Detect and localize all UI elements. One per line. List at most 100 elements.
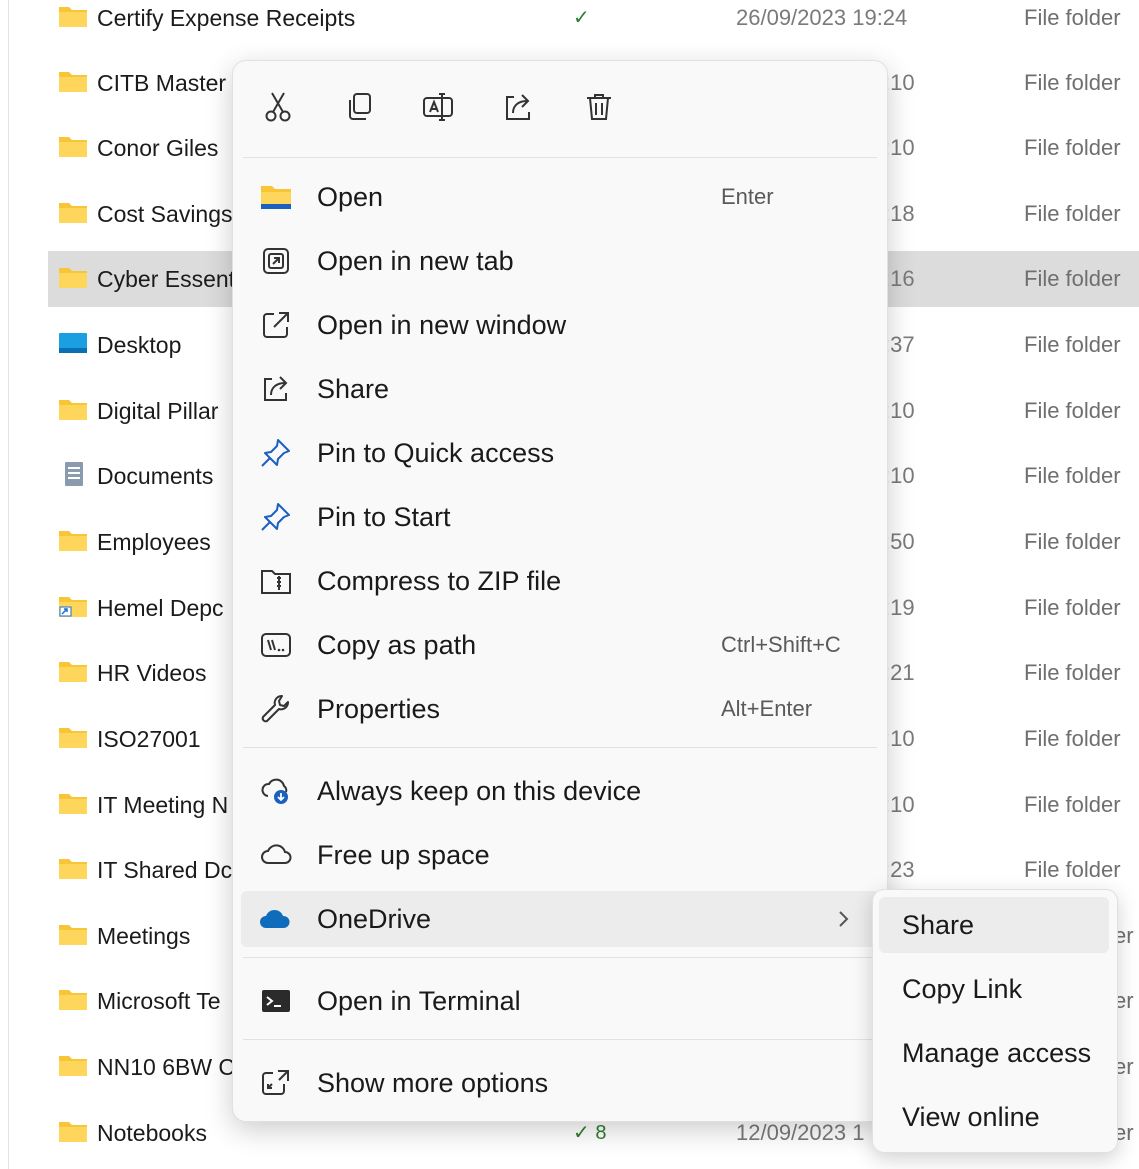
file-date: :10	[884, 792, 915, 817]
file-type: File folder	[1024, 5, 1121, 30]
file-name: Digital Pillar	[97, 398, 219, 424]
quick-actions-bar	[233, 61, 887, 157]
file-date: :21	[884, 660, 915, 685]
submenu-item-label: Copy Link	[902, 974, 1023, 1004]
submenu-item-manage-access[interactable]: Manage access	[879, 1025, 1109, 1081]
pin-icon	[259, 437, 293, 469]
menu-item-free-up-space[interactable]: Free up space	[241, 827, 879, 883]
menu-item-open[interactable]: Open Enter	[241, 169, 879, 225]
folder-icon	[58, 791, 88, 815]
menu-item-copy-as-path[interactable]: Copy as path Ctrl+Shift+C	[241, 617, 879, 673]
zip-icon	[259, 565, 293, 597]
menu-item-label: Show more options	[317, 1068, 549, 1098]
menu-item-pin-quick-access[interactable]: Pin to Quick access	[241, 425, 879, 481]
folder-icon	[58, 528, 88, 552]
new-tab-icon	[259, 245, 293, 277]
rename-icon[interactable]	[420, 89, 456, 125]
file-name: HR Videos	[97, 660, 207, 686]
onedrive-submenu: Share Copy Link Manage access View onlin…	[872, 889, 1118, 1153]
menu-item-show-more-options[interactable]: Show more options	[241, 1055, 879, 1111]
share-icon[interactable]	[500, 89, 536, 125]
menu-item-open-terminal[interactable]: Open in Terminal	[241, 973, 879, 1029]
scissors-icon[interactable]	[260, 89, 296, 125]
file-name: Cyber Essent	[97, 266, 236, 292]
cloud-download-icon	[259, 775, 293, 807]
folder-icon	[58, 200, 88, 224]
folder-icon	[58, 397, 88, 421]
file-type: File folder	[1024, 332, 1121, 357]
file-name: Desktop	[97, 332, 182, 358]
cloud-icon	[259, 839, 293, 871]
folder-icon	[58, 987, 88, 1011]
file-date: :10	[884, 70, 915, 95]
file-name: Employees	[97, 529, 211, 555]
file-name: Certify Expense Receipts	[97, 5, 356, 31]
pin-icon	[259, 501, 293, 533]
menu-item-shortcut: Alt+Enter	[721, 696, 813, 721]
separator	[243, 1039, 877, 1040]
menu-item-always-keep[interactable]: Always keep on this device	[241, 763, 879, 819]
submenu-item-share[interactable]: Share	[879, 897, 1109, 953]
menu-item-label: OneDrive	[317, 904, 432, 934]
menu-item-label: Open in new window	[317, 310, 567, 340]
menu-item-open-new-tab[interactable]: Open in new tab	[241, 233, 879, 289]
file-name: Conor Giles	[97, 135, 219, 161]
onedrive-cloud-icon	[259, 903, 293, 935]
folder-icon	[58, 659, 88, 683]
file-type: File folder	[1024, 135, 1121, 160]
menu-item-label: Free up space	[317, 840, 490, 870]
file-type: File folder	[1024, 792, 1121, 817]
menu-item-open-new-window[interactable]: Open in new window	[241, 297, 879, 353]
folder-icon	[58, 725, 88, 749]
folder-icon	[58, 856, 88, 880]
shortcut-folder-icon	[58, 594, 88, 618]
submenu-item-view-online[interactable]: View online	[879, 1089, 1109, 1145]
file-date: :19	[884, 595, 915, 620]
submenu-item-label: Manage access	[902, 1038, 1092, 1068]
menu-item-label: Open in new tab	[317, 246, 514, 276]
submenu-item-copy-link[interactable]: Copy Link	[879, 961, 1109, 1017]
file-type: File folder	[1024, 595, 1121, 620]
separator	[243, 747, 877, 748]
chevron-right-icon	[829, 905, 857, 933]
file-name: Notebooks	[97, 1120, 207, 1146]
file-date: :10	[884, 726, 915, 751]
menu-item-label: Open	[317, 182, 384, 212]
context-menu: Open Enter Open in new tab Open in new w…	[232, 60, 888, 1122]
file-type: File folder	[1024, 463, 1121, 488]
more-options-icon	[259, 1067, 293, 1099]
menu-item-properties[interactable]: Properties Alt+Enter	[241, 681, 879, 737]
separator	[243, 157, 877, 158]
file-name: Hemel Depc	[97, 595, 224, 621]
menu-item-label: Share	[317, 374, 390, 404]
file-type: File folder	[1024, 398, 1121, 423]
menu-item-pin-start[interactable]: Pin to Start	[241, 489, 879, 545]
copy-icon[interactable]	[341, 89, 377, 125]
menu-item-compress-zip[interactable]: Compress to ZIP file	[241, 553, 879, 609]
menu-item-share[interactable]: Share	[241, 361, 879, 417]
copy-path-icon	[259, 629, 293, 661]
file-date: :18	[884, 201, 915, 226]
wrench-icon	[259, 693, 293, 725]
menu-item-onedrive[interactable]: OneDrive	[241, 891, 879, 947]
folder-open-icon	[259, 181, 293, 213]
file-name: Documents	[97, 463, 214, 489]
folder-icon	[58, 1119, 88, 1143]
file-name: Meetings	[97, 923, 191, 949]
menu-item-label: Pin to Quick access	[317, 438, 555, 468]
file-date: :16	[884, 266, 915, 291]
menu-item-label: Open in Terminal	[317, 986, 521, 1016]
submenu-item-label: Share	[902, 910, 975, 940]
file-date: :10	[884, 135, 915, 160]
menu-item-label: Always keep on this device	[317, 776, 642, 806]
file-row[interactable]: Certify Expense Receipts ✓ 26/09/2023 19…	[48, 0, 1139, 46]
file-date: :37	[884, 332, 915, 357]
separator	[243, 957, 877, 958]
file-type: File folder	[1024, 201, 1121, 226]
file-name: NN10 6BW C	[97, 1054, 236, 1080]
file-name: Cost Savings	[97, 201, 233, 227]
submenu-item-label: View online	[902, 1102, 1040, 1132]
file-date: :10	[884, 398, 915, 423]
trash-icon[interactable]	[581, 89, 617, 125]
menu-item-label: Pin to Start	[317, 502, 451, 532]
